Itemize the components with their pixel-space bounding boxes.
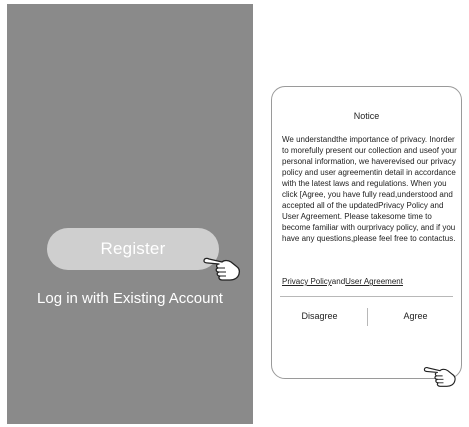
disagree-label: Disagree — [301, 311, 338, 321]
pointing-hand-icon — [202, 252, 242, 282]
privacy-policy-link[interactable]: Privacy Policy — [282, 277, 332, 286]
agree-label: Agree — [403, 311, 428, 321]
app-screen: Register Log in with Existing Account — [7, 4, 253, 424]
policy-links: Privacy PolicyandUser Agreement — [282, 277, 457, 286]
register-button[interactable]: Register — [47, 228, 219, 270]
agree-button[interactable]: Agree — [368, 306, 461, 326]
dialog-button-row: Disagree Agree — [272, 306, 461, 326]
notice-dialog: Notice We understandthe importance of pr… — [271, 86, 462, 379]
user-agreement-link[interactable]: User Agreement — [345, 277, 403, 286]
disagree-button[interactable]: Disagree — [272, 306, 367, 326]
and-text: and — [331, 277, 346, 286]
pointing-hand-icon — [422, 362, 458, 388]
notice-title: Notice — [353, 111, 380, 121]
login-existing-account-link[interactable]: Log in with Existing Account — [7, 290, 253, 307]
button-divider — [280, 296, 453, 297]
register-button-label: Register — [100, 239, 166, 258]
notice-body-text: We understandthe importance of privacy. … — [282, 135, 457, 243]
